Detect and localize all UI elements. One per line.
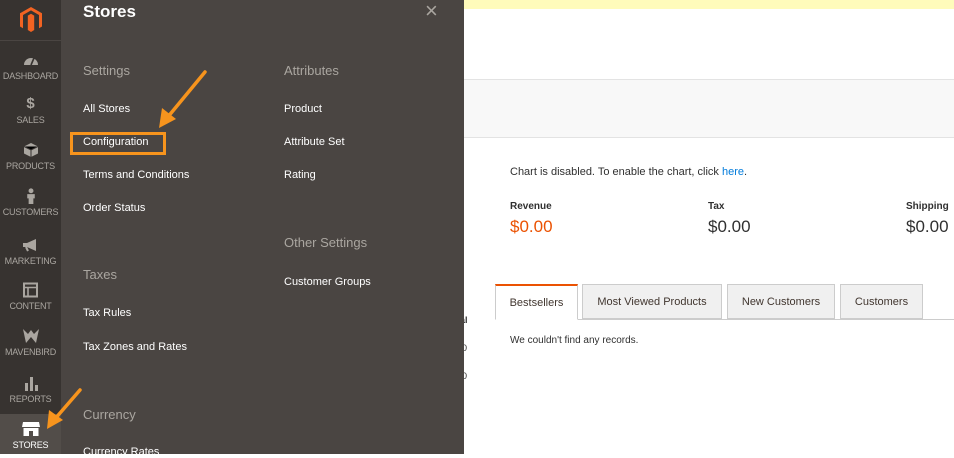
annotation-arrows — [47, 70, 207, 429]
arrow-to-configuration-icon — [159, 70, 207, 128]
arrow-to-stores-icon — [47, 388, 82, 429]
